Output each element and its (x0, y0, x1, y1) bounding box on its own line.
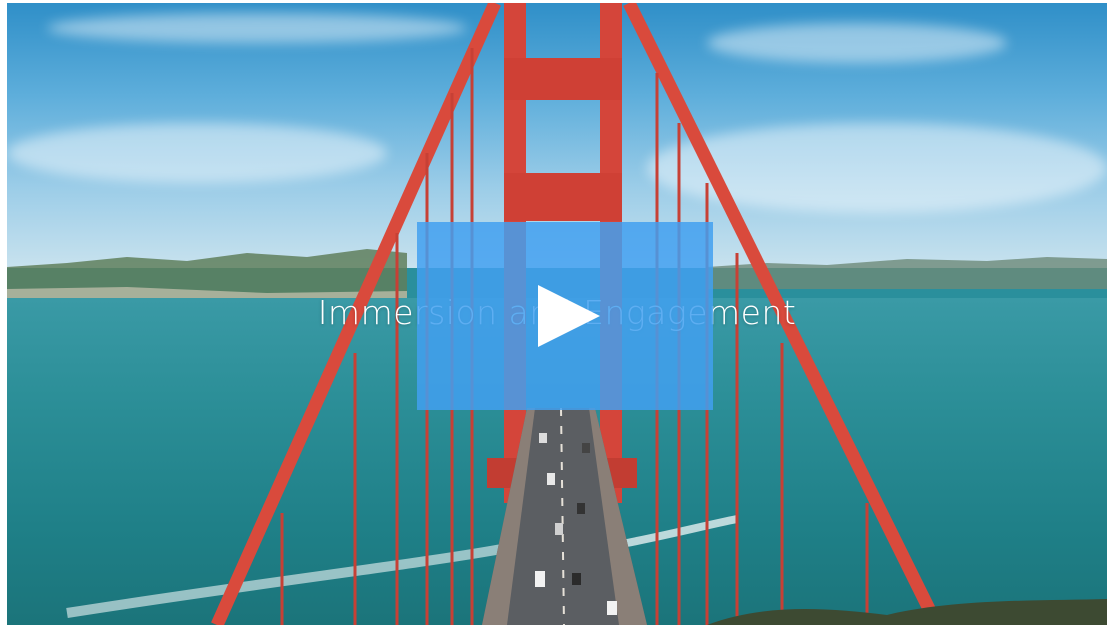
play-icon (538, 285, 600, 347)
video-player[interactable]: Immersion and Engagement (7, 3, 1107, 625)
play-button[interactable] (417, 222, 713, 410)
